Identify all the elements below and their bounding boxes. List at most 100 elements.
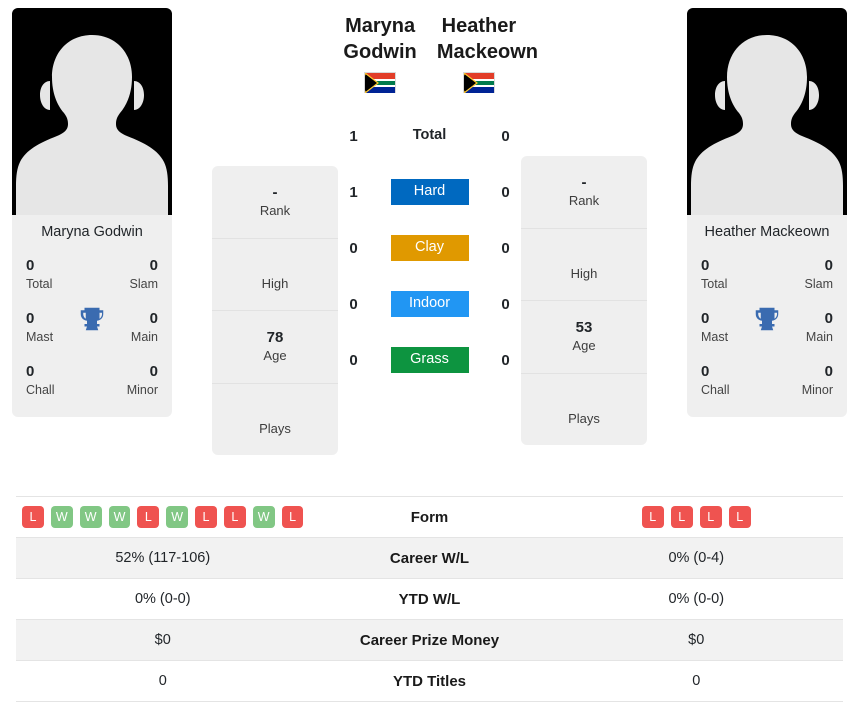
stats-row-label: YTD W/L [398,590,461,608]
form-badge-w[interactable]: W [79,506,102,528]
left-age-row: 78 Age [212,311,338,384]
stats-right-value: 0% (0-4) [668,550,725,566]
left-titles-grid: 0 Total 0 Slam 0 Mast 0 Main 0 Chall 0 M… [12,248,172,417]
right-plays-label: Plays [568,410,600,426]
form-badge-l[interactable]: L [281,506,304,528]
flag-south-africa-icon [364,71,397,95]
stats-row-label: Form [410,508,449,526]
right-titles-total-value: 0 [701,256,710,274]
surface-badge-total: Total [412,127,447,144]
form-badge-l[interactable]: L [641,506,664,528]
h2h-row-hard: 1 Hard 0 [332,164,528,220]
player-names-row: Maryna Godwin Heather Mackeown [338,14,538,98]
left-titles-total-label: Total [26,276,53,291]
form-badge-w[interactable]: W [108,506,131,528]
right-player-card[interactable]: Heather Mackeown 0 Total 0 Slam 0 Mast 0… [687,8,847,417]
left-titles-chall-label: Chall [26,382,55,397]
trophy-icon [80,307,104,331]
left-player-header[interactable]: Maryna Godwin [338,14,422,98]
stats-row-label: YTD Titles [392,672,467,690]
form-badge-l[interactable]: L [22,506,44,528]
right-titles-chall: 0 Chall [697,358,767,403]
right-plays-row: Plays [521,374,647,446]
stats-row-label: Career W/L [389,549,470,567]
comparison-top-section: Maryna Godwin 0 Total 0 Slam 0 Mast 0 Ma… [0,0,859,488]
form-badge-l[interactable]: L [670,506,693,528]
stats-right-value: 0% (0-0) [668,591,725,607]
form-badge-l[interactable]: L [699,506,722,528]
right-high-value [527,247,641,265]
h2h-row-indoor: 0 Indoor 0 [332,276,528,332]
right-rank-row: - Rank [521,156,647,229]
right-age-row: 53 Age [521,301,647,374]
form-badge-w[interactable]: W [252,506,275,528]
form-badge-w[interactable]: W [166,506,189,528]
left-titles-total-value: 0 [26,256,35,274]
surface-badge-indoor[interactable]: Indoor [390,291,469,318]
left-titles-chall-value: 0 [26,362,35,380]
table-row: 0 YTD Titles 0 [16,661,843,702]
left-rank-value: - [272,184,278,201]
h2h-surface-cell: Grass [376,347,484,374]
right-rank-panel: - Rank High 53 Age Plays [521,156,647,446]
left-titles-minor-label: Minor [126,382,158,397]
player-photo-placeholder-icon [691,35,843,215]
form-badge-w[interactable]: W [50,506,73,528]
right-age-label: Age [572,338,596,354]
stats-left-value: 0% (0-0) [134,591,191,607]
right-high-label: High [570,265,598,281]
right-titles-minor-label: Minor [801,382,833,397]
stats-left-value: $0 [154,632,171,648]
left-form-strip: LWWWLWLLWL [22,506,304,528]
left-titles-chall: 0 Chall [22,358,92,403]
h2h-right-value: 0 [501,127,510,145]
form-badge-l[interactable]: L [728,506,751,528]
right-age-value: 53 [575,319,593,337]
right-plays-value [527,392,641,410]
left-rank-panel: - Rank High 78 Age Plays [212,166,338,456]
right-player-header[interactable]: Heather Mackeown [436,14,538,98]
left-player-card[interactable]: Maryna Godwin 0 Total 0 Slam 0 Mast 0 Ma… [12,8,172,417]
surface-badge-grass[interactable]: Grass [390,347,469,374]
table-row: $0 Career Prize Money $0 [16,620,843,661]
form-badge-l[interactable]: L [223,506,246,528]
trophy-icon [755,307,779,331]
left-player-photo [12,8,172,215]
left-titles-total: 0 Total [22,252,92,297]
form-badge-l[interactable]: L [195,506,217,528]
surface-badge-clay[interactable]: Clay [390,235,469,262]
left-age-value: 78 [266,329,284,347]
head-to-head-list: 1 Total 0 1 Hard 0 0 Clay 0 0 Indoor 0 0 Grass 0 [332,108,528,388]
right-titles-minor-value: 0 [824,362,833,380]
left-player-card-name: Maryna Godwin [41,224,143,240]
left-titles-minor-value: 0 [149,362,158,380]
right-titles-slam-label: Slam [804,276,833,291]
left-plays-label: Plays [259,420,291,436]
table-row: L W W W L W L L W L Form L L L L [16,497,843,538]
left-age-label: Age [263,348,287,364]
form-badge-l[interactable]: L [137,506,160,528]
right-titles-minor: 0 Minor [767,358,837,403]
left-titles-slam-label: Slam [129,276,158,291]
stats-right-value: $0 [688,632,705,648]
right-player-name: Heather Mackeown [436,15,538,63]
h2h-left-value: 1 [349,183,358,201]
right-high-row: High [521,229,647,302]
right-titles-grid: 0 Total 0 Slam 0 Mast 0 Main 0 Chall 0 M… [687,248,847,417]
left-rank-label: Rank [259,203,291,218]
h2h-surface-cell: Indoor [376,291,484,318]
right-form-strip: LLLL [556,506,838,528]
left-plays-row: Plays [212,384,338,456]
left-high-label: High [261,275,289,291]
right-rank-value: - [581,174,587,191]
surface-badge-hard[interactable]: Hard [390,179,469,206]
table-row: 0% (0-0) YTD W/L 0% (0-0) [16,579,843,620]
stats-left-value: 52% (117-106) [115,550,211,566]
stats-right-value: LLLL [550,506,844,528]
left-titles-minor: 0 Minor [92,358,162,403]
stats-comparison-table: L W W W L W L L W L Form L L L L 52% (117-106) Career W/… [16,496,843,702]
stats-row-label: Career Prize Money [359,631,500,649]
left-titles-slam: 0 Slam [92,252,162,297]
stats-left-value: LWWWLWLLWL [16,506,310,528]
right-titles-chall-label: Chall [701,382,730,397]
